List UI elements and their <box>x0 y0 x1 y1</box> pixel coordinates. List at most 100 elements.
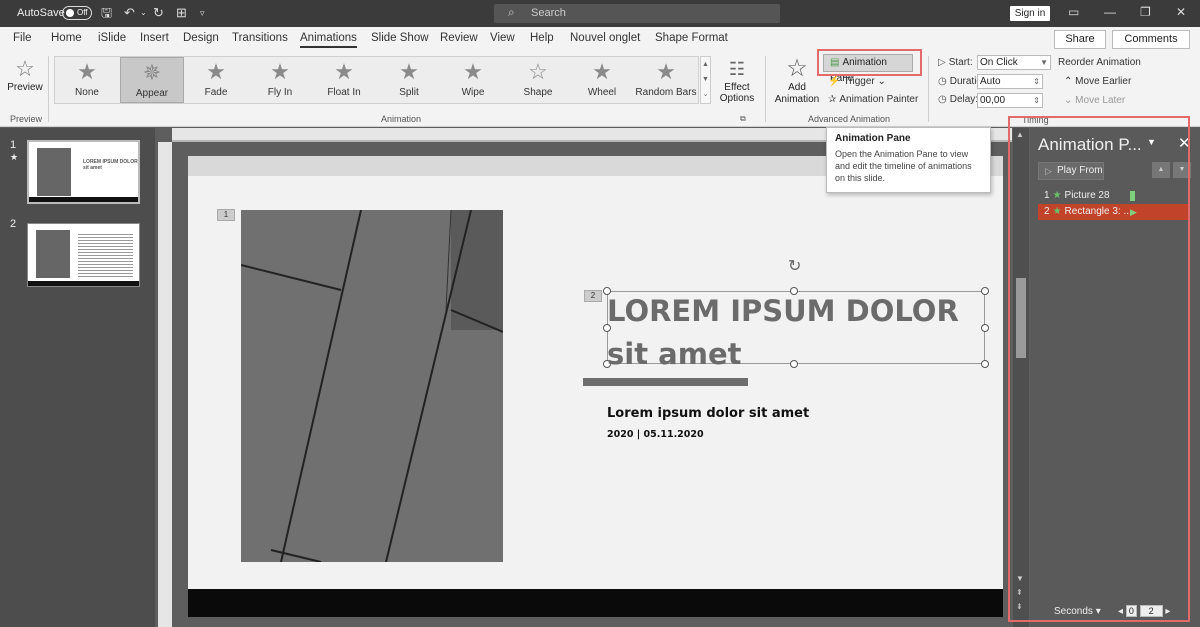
animation-label: Wipe <box>461 87 485 98</box>
restore-icon[interactable]: ❐ <box>1140 5 1151 19</box>
trigger-icon: ⚡ <box>828 76 841 87</box>
gallery-more-icon[interactable]: ⌄ <box>703 91 709 98</box>
slide-thumbnail-2[interactable] <box>27 223 140 287</box>
slide-subtitle[interactable]: Lorem ipsum dolor sit amet <box>607 406 809 421</box>
clock-icon: ◷ <box>938 76 947 87</box>
animation-pane-highlight-frame <box>1008 116 1190 622</box>
start-value: On Click <box>980 57 1018 68</box>
sign-in-button[interactable]: Sign in <box>1010 6 1050 21</box>
tab-nouvel-onglet[interactable]: Nouvel onglet <box>570 32 640 44</box>
animation-label: Fly In <box>267 87 293 98</box>
undo-icon[interactable]: ↶ <box>124 5 135 21</box>
slide-number: 2 <box>10 218 17 230</box>
tab-islide[interactable]: iSlide <box>98 32 126 44</box>
animation-split[interactable]: ★ Split <box>377 57 441 103</box>
comments-label: Comments <box>1124 33 1178 45</box>
tab-help[interactable]: Help <box>530 32 554 44</box>
move-earlier-button[interactable]: ⌃ Move Earlier <box>1064 76 1131 87</box>
thumb-photo <box>37 148 71 196</box>
tab-animations[interactable]: Animations <box>300 32 357 48</box>
tooltip-title: Animation Pane <box>835 133 911 144</box>
ribbon-separator <box>765 56 766 122</box>
animation-label: Random Bars <box>635 87 697 98</box>
vertical-ruler <box>158 142 172 627</box>
start-select[interactable]: On Click ▼ <box>977 55 1051 70</box>
animation-label: Appear <box>135 88 169 99</box>
thumb-footer-bar <box>29 197 138 202</box>
comments-button[interactable]: Comments <box>1112 30 1190 49</box>
animation-pane-highlight <box>817 49 922 76</box>
customize-qat-icon[interactable]: ▿ <box>200 5 205 21</box>
animation-label: Fade <box>204 87 228 98</box>
thumb-subtitle-text: sit amet <box>83 165 102 171</box>
start-icon: ▷ <box>938 57 946 68</box>
scroll-up-icon[interactable]: ▲ <box>702 61 709 68</box>
save-icon[interactable]: 🖫 <box>101 5 112 21</box>
stepper-icon[interactable]: ⇕ <box>1033 94 1040 107</box>
star-icon: ★ <box>656 59 676 84</box>
delay-stepper[interactable]: 00,00 ⇕ <box>977 93 1043 108</box>
animation-fade[interactable]: ★ Fade <box>184 57 248 103</box>
thumb-title: LOREM IPSUM DOLOR sit amet <box>83 159 138 171</box>
tab-slide-show[interactable]: Slide Show <box>371 32 429 44</box>
animation-tag-1: 1 <box>217 209 235 221</box>
tab-design[interactable]: Design <box>183 32 219 44</box>
add-animation-label-1: Add <box>788 82 806 93</box>
animation-shape[interactable]: ☆ Shape <box>506 57 570 103</box>
share-button[interactable]: Share <box>1054 30 1106 49</box>
tab-shape-format[interactable]: Shape Format <box>655 32 728 44</box>
move-later-button[interactable]: ⌄ Move Later <box>1064 95 1125 106</box>
animation-wipe[interactable]: ★ Wipe <box>441 57 505 103</box>
autosave-toggle[interactable]: Off <box>62 6 92 20</box>
thumb-footer-bar <box>28 281 139 286</box>
scroll-down-icon[interactable]: ▼ <box>702 76 709 83</box>
duration-stepper[interactable]: Auto ⇕ <box>977 74 1043 89</box>
tab-insert[interactable]: Insert <box>140 32 169 44</box>
trigger-button[interactable]: ⚡ Trigger ⌄ <box>828 76 886 87</box>
delay-text: Delay: <box>949 94 979 105</box>
animation-gallery: ★ None ✵ Appear ★ Fade ★ Fly In ★ Float In ★ S… <box>54 56 699 104</box>
animation-wheel[interactable]: ★ Wheel <box>570 57 634 103</box>
animation-random-bars[interactable]: ★ Random Bars <box>634 57 698 103</box>
undo-dropdown-icon[interactable]: ⌄ <box>140 5 147 21</box>
search-input[interactable]: ⌕ Search <box>494 4 780 23</box>
tab-view[interactable]: View <box>490 32 515 44</box>
star-icon: ✵ <box>142 60 162 85</box>
chevron-down-icon: ▼ <box>1040 58 1048 67</box>
close-icon[interactable]: ✕ <box>1176 5 1186 19</box>
search-placeholder: Search <box>531 7 566 19</box>
share-label: Share <box>1065 33 1095 45</box>
slide-thumbnail-1[interactable]: LOREM IPSUM DOLOR sit amet <box>27 140 140 204</box>
animation-none[interactable]: ★ None <box>55 57 119 103</box>
tab-home[interactable]: Home <box>51 32 82 44</box>
effect-options-button[interactable]: ☷ Effect Options <box>715 56 759 104</box>
animation-dialog-launcher-icon[interactable]: ⧉ <box>740 114 746 124</box>
slide-photo[interactable] <box>241 210 503 562</box>
animation-appear[interactable]: ✵ Appear <box>120 57 184 103</box>
gallery-scrollbar[interactable]: ▲ ▼ ⌄ <box>700 56 711 104</box>
stepper-icon[interactable]: ⇕ <box>1033 75 1040 88</box>
rotate-handle-icon[interactable]: ↻ <box>788 256 801 276</box>
autosave-state: Off <box>77 8 88 17</box>
add-animation-label-2: Animation <box>774 94 820 105</box>
redo-icon[interactable]: ↻ <box>153 5 164 21</box>
animation-painter-button[interactable]: ✰ Animation Painter <box>828 94 918 105</box>
preview-button[interactable]: ☆ Preview <box>6 56 44 93</box>
animation-label: Split <box>399 87 419 98</box>
tab-transitions[interactable]: Transitions <box>232 32 288 44</box>
star-icon: ★ <box>334 59 354 84</box>
slide[interactable]: 1 2 ↻ LOREM IPSUM DOLOR sit amet Lorem i… <box>188 156 1003 617</box>
reorder-animation-title: Reorder Animation <box>1058 57 1141 68</box>
add-animation-button[interactable]: ☆ Add Animation <box>772 56 822 106</box>
ribbon-display-icon[interactable]: ▭ <box>1068 5 1079 19</box>
clock-icon: ◷ <box>938 94 947 105</box>
tab-review[interactable]: Review <box>440 32 478 44</box>
animation-fly-in[interactable]: ★ Fly In <box>248 57 312 103</box>
tab-file[interactable]: File <box>13 32 32 44</box>
animation-float-in[interactable]: ★ Float In <box>312 57 376 103</box>
present-icon[interactable]: ⊞ <box>176 5 187 21</box>
slide-title[interactable]: LOREM IPSUM DOLOR sit amet <box>607 290 987 376</box>
autosave-label: AutoSave <box>17 7 65 19</box>
slide-date[interactable]: 2020 | 05.11.2020 <box>607 429 704 440</box>
minimize-icon[interactable]: — <box>1104 5 1116 19</box>
